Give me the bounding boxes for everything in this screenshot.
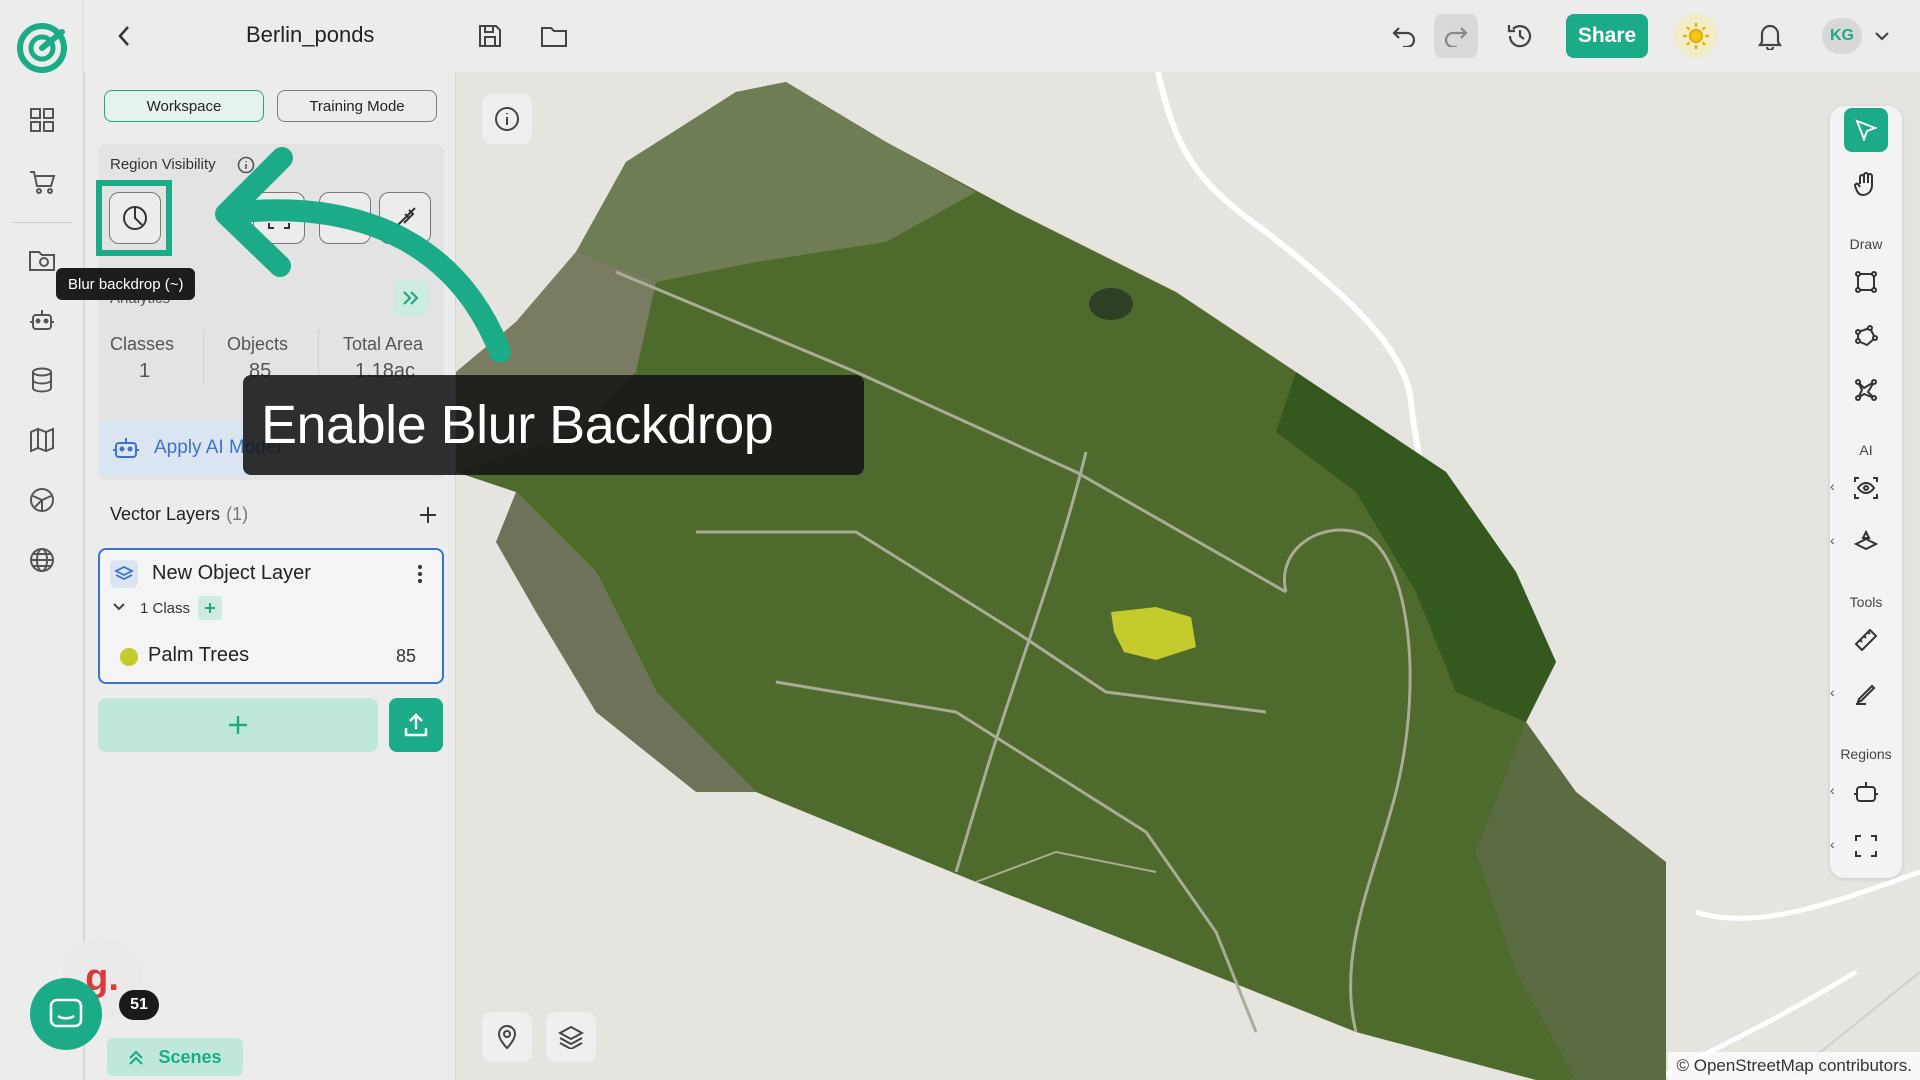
- chat-notification-badge: 51: [119, 990, 159, 1020]
- ai-segment-chevron-icon[interactable]: ‹: [1830, 532, 1835, 548]
- select-cursor-icon[interactable]: [1844, 108, 1888, 152]
- class-collapse-chevron-icon[interactable]: [112, 602, 126, 612]
- robot-icon: [113, 438, 139, 458]
- theme-sun-icon[interactable]: [1674, 14, 1718, 58]
- tutorial-callout: Enable Blur Backdrop: [243, 375, 864, 475]
- map-info-icon[interactable]: [482, 94, 532, 144]
- bell-icon[interactable]: [1748, 14, 1792, 58]
- pen-expand-chevron-icon[interactable]: ‹: [1830, 684, 1835, 700]
- database-icon[interactable]: [22, 360, 62, 400]
- classes-stat-value: 1: [139, 360, 151, 382]
- layer-name: New Object Layer: [152, 562, 311, 584]
- map-attribution[interactable]: © OpenStreetMap contributors.: [1668, 1052, 1920, 1080]
- ai-expand-chevron-icon[interactable]: ‹: [1830, 478, 1835, 494]
- class-name[interactable]: Palm Trees: [148, 644, 249, 667]
- scenes-label: Scenes: [158, 1046, 222, 1067]
- folder-icon[interactable]: [534, 16, 574, 56]
- project-title: Berlin_ponds: [246, 22, 375, 47]
- rail-divider: [12, 222, 72, 223]
- add-layer-plus-icon[interactable]: [411, 498, 445, 532]
- pointer-arrow-icon: [215, 147, 511, 363]
- chat-icon: [49, 998, 83, 1028]
- dashboard-icon[interactable]: [22, 100, 62, 140]
- regions-robot-icon[interactable]: [1844, 770, 1888, 814]
- ai-section-label: AI: [1859, 442, 1873, 458]
- cart-icon[interactable]: [22, 162, 62, 202]
- pen-annotate-icon[interactable]: [1844, 672, 1888, 716]
- blur-backdrop-tooltip: Blur backdrop (~): [56, 268, 196, 300]
- training-mode-tab[interactable]: Training Mode: [277, 90, 437, 122]
- undo-icon[interactable]: [1382, 14, 1426, 58]
- regions-frame-icon[interactable]: [1844, 824, 1888, 868]
- measure-ruler-icon[interactable]: [1844, 618, 1888, 662]
- history-icon[interactable]: [1498, 14, 1542, 58]
- layer-menu-icon[interactable]: [410, 562, 430, 586]
- map-icon[interactable]: [22, 420, 62, 460]
- globe-grid-icon[interactable]: [22, 480, 62, 520]
- globe-icon[interactable]: [22, 540, 62, 580]
- vector-layers-header: Vector Layers (1): [110, 504, 248, 525]
- back-chevron-icon[interactable]: [106, 18, 142, 54]
- workspace-tab[interactable]: Workspace: [104, 90, 264, 122]
- layers-icon: [110, 560, 138, 588]
- ai-detect-eye-icon[interactable]: [1844, 466, 1888, 510]
- redo-icon[interactable]: [1434, 14, 1478, 58]
- add-layer-button[interactable]: [98, 698, 378, 752]
- save-icon[interactable]: [470, 16, 510, 56]
- left-rail: [0, 0, 84, 1080]
- location-pin-icon[interactable]: [482, 1012, 532, 1062]
- regions-robot-chevron-icon[interactable]: ‹: [1830, 782, 1835, 798]
- robot-icon[interactable]: [22, 300, 62, 340]
- vector-layers-label: Vector Layers: [110, 504, 221, 524]
- draw-polygon-icon[interactable]: [1844, 314, 1888, 358]
- regions-frame-chevron-icon[interactable]: ‹: [1830, 836, 1835, 852]
- vector-layers-count: (1): [226, 504, 249, 524]
- share-button[interactable]: Share: [1566, 14, 1648, 58]
- account-chevron-down-icon[interactable]: [1868, 22, 1896, 50]
- export-upload-button[interactable]: [389, 698, 443, 752]
- top-bar: Berlin_ponds Share KG: [84, 0, 1920, 72]
- user-avatar[interactable]: KG: [1822, 18, 1862, 54]
- map-layers-icon[interactable]: [546, 1012, 596, 1062]
- map-viewport[interactable]: © OpenStreetMap contributors.: [456, 72, 1920, 1080]
- chat-button[interactable]: [30, 978, 102, 1050]
- blur-backdrop-highlight: [96, 180, 172, 256]
- ai-segment-icon[interactable]: [1844, 520, 1888, 564]
- class-color-dot: [120, 648, 138, 666]
- right-toolbar: Draw AI ‹ ‹ Tools ‹ Regions ‹ ‹: [1830, 106, 1902, 878]
- classes-stat-label: Classes: [110, 334, 175, 354]
- upload-icon: [404, 713, 428, 737]
- draw-section-label: Draw: [1849, 236, 1883, 252]
- tools-section-label: Tools: [1849, 594, 1883, 610]
- layer-card[interactable]: New Object Layer 1 Class Palm Trees 85: [98, 548, 444, 684]
- scenes-button[interactable]: Scenes: [107, 1038, 243, 1076]
- class-object-count: 85: [396, 646, 417, 666]
- app-logo[interactable]: [16, 22, 68, 74]
- draw-rectangle-icon[interactable]: [1844, 260, 1888, 304]
- plus-icon: [229, 716, 247, 734]
- pan-hand-icon[interactable]: [1844, 162, 1888, 206]
- add-class-plus-icon[interactable]: [198, 596, 222, 620]
- regions-section-label: Regions: [1840, 746, 1892, 762]
- orthomosaic-map: [456, 72, 1920, 1080]
- class-count-label: 1 Class: [140, 600, 191, 617]
- draw-freeform-icon[interactable]: [1844, 368, 1888, 412]
- double-chevron-up-icon: [129, 1050, 144, 1065]
